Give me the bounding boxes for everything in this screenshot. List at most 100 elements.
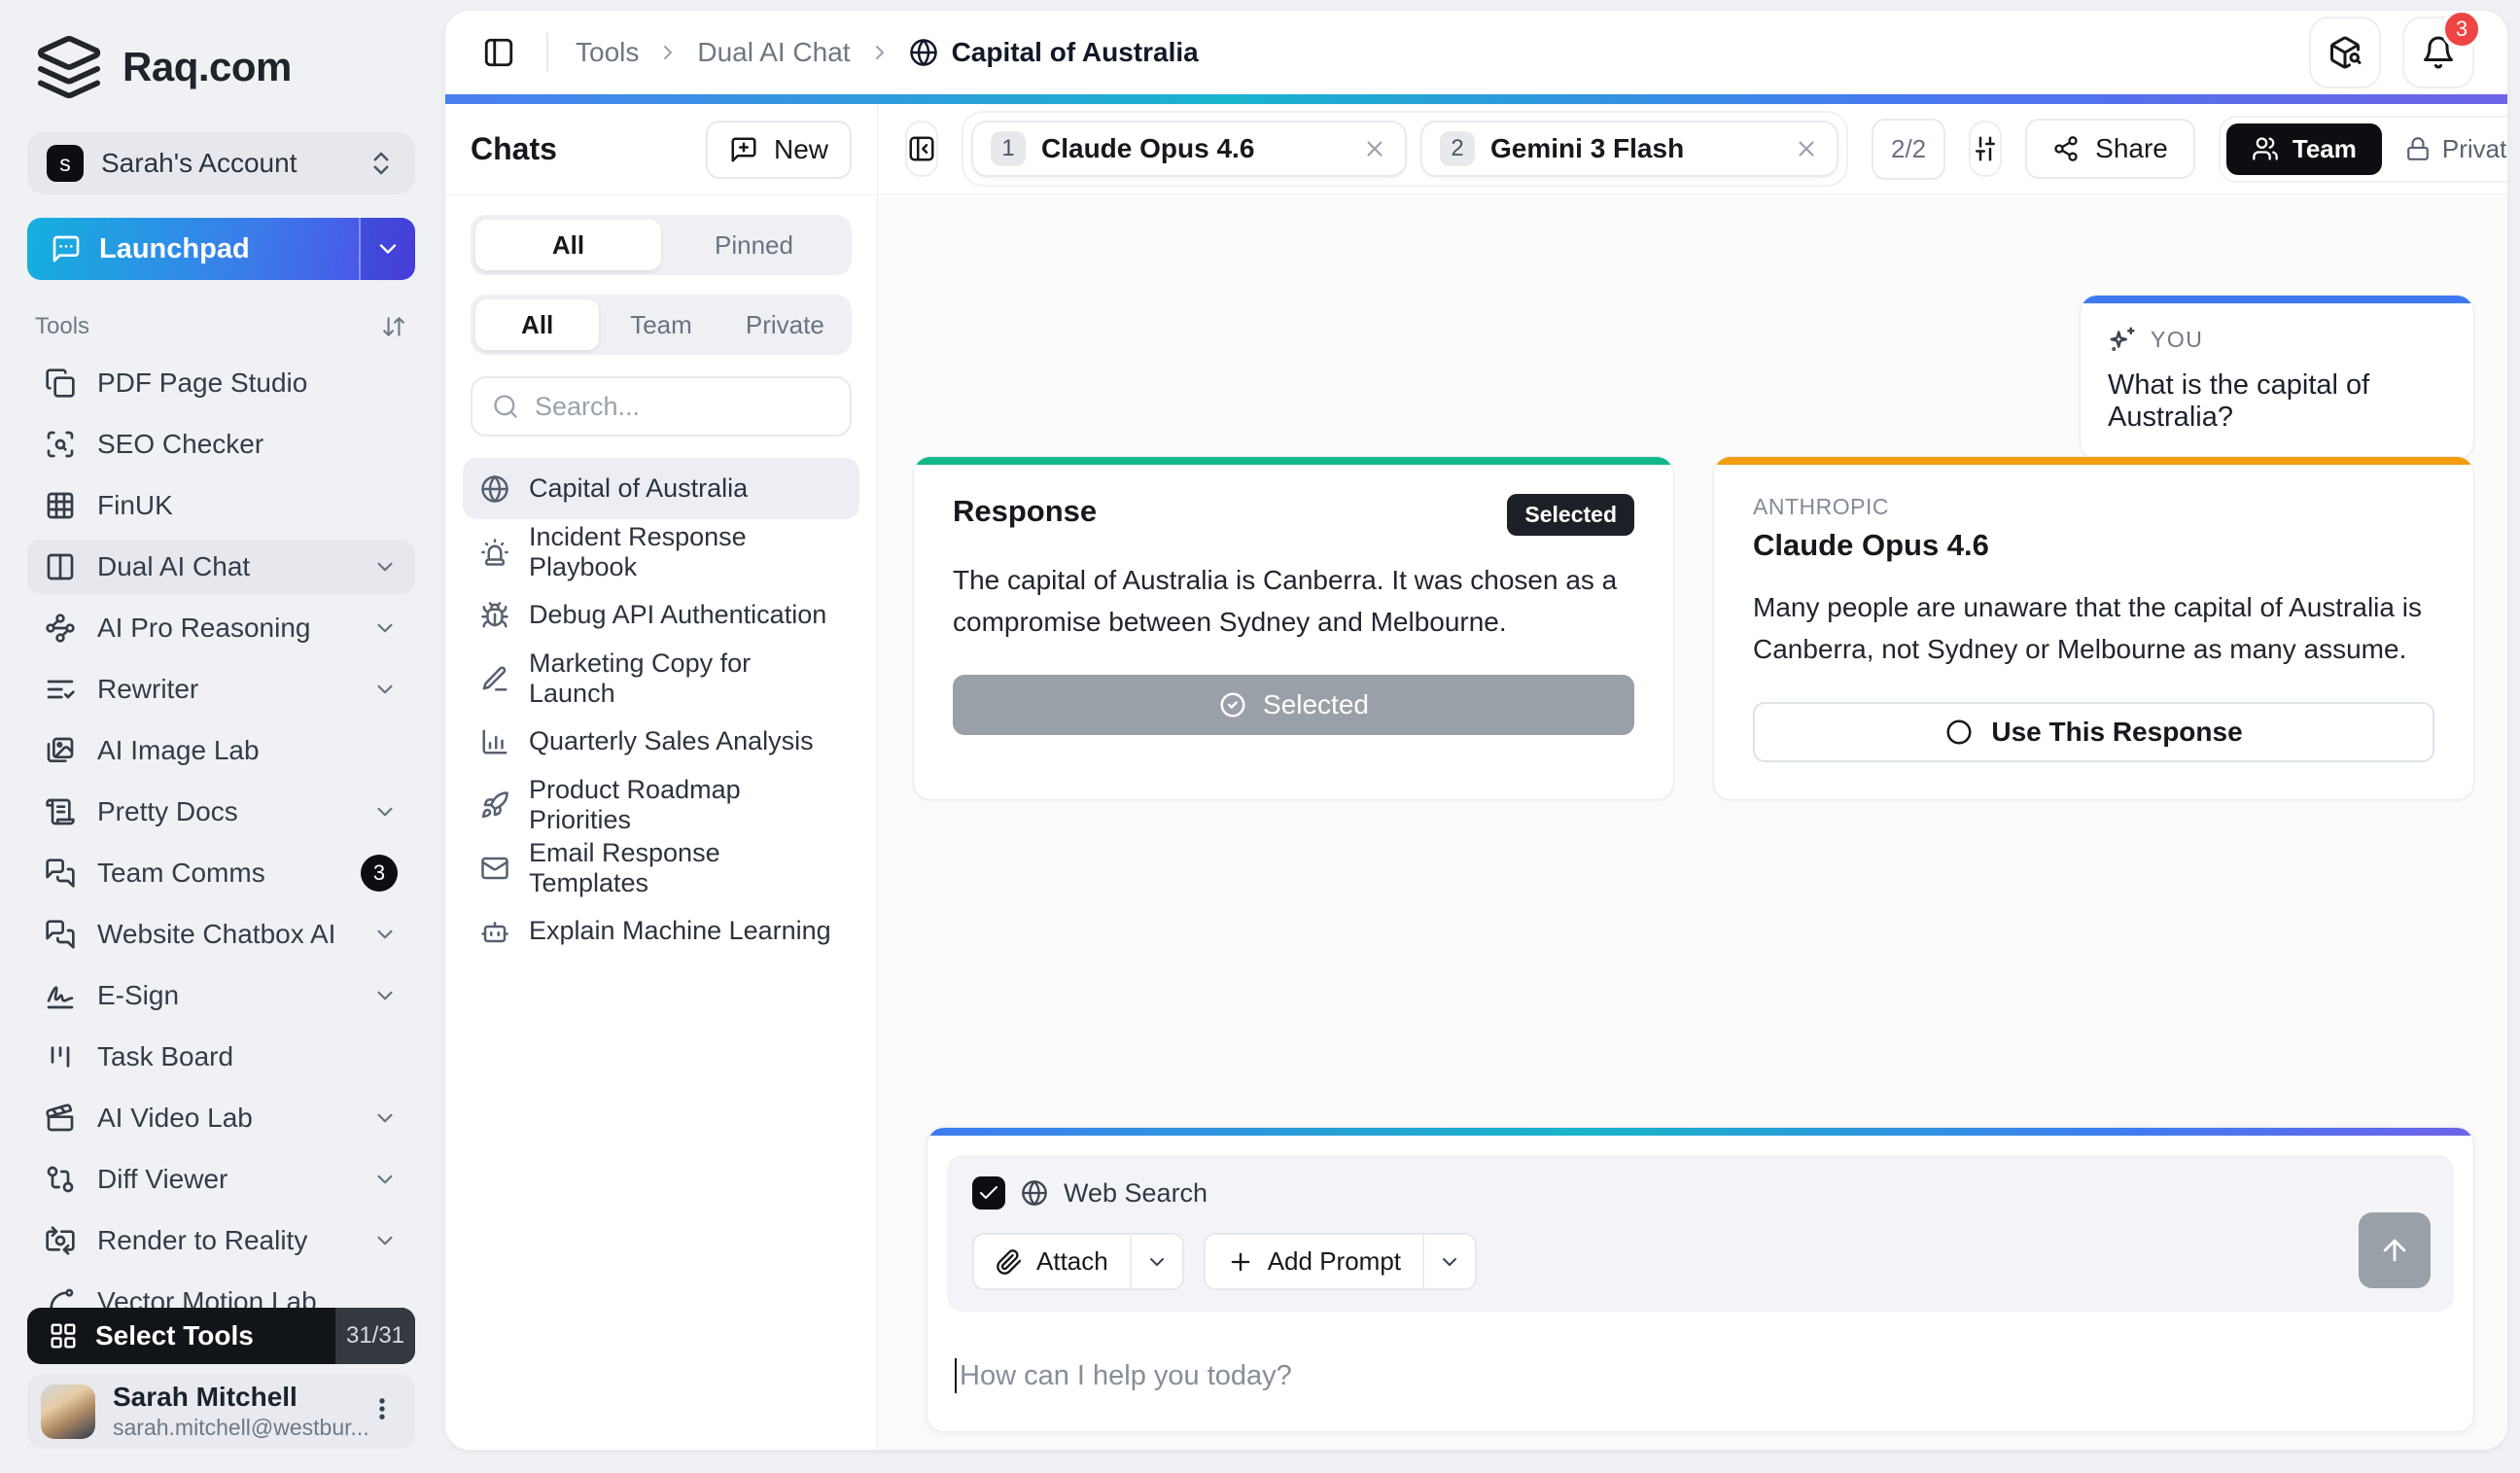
tools-section-label: Tools (35, 313, 90, 339)
chat-item-product-roadmap-priorities[interactable]: Product Roadmap Priorities (463, 774, 859, 835)
chats-title: Chats (471, 131, 557, 166)
settings-button[interactable] (1969, 121, 2003, 177)
model-index-badge: 1 (991, 131, 1026, 166)
package-search-icon (2330, 36, 2362, 69)
chat-item-debug-api-authentication[interactable]: Debug API Authentication (463, 584, 859, 646)
chat-bubble-icon (52, 235, 80, 263)
model-chip-gemini[interactable]: 2 Gemini 3 Flash (1420, 121, 1838, 177)
user-menu-button[interactable] (363, 1389, 402, 1433)
add-prompt-dropdown[interactable] (1424, 1235, 1475, 1288)
message-plus-icon (731, 137, 756, 161)
sidebar: Raq.com s Sarah's Account Launchpad Tool… (0, 0, 444, 1473)
sidebar-item-ai-video-lab[interactable]: AI Video Lab (27, 1091, 415, 1145)
web-search-label: Web Search (1064, 1177, 1208, 1208)
sidebar-item-website-chatbox-ai[interactable]: Website Chatbox AI (27, 907, 415, 962)
sidebar-item-ai-pro-reasoning[interactable]: AI Pro Reasoning (27, 601, 415, 655)
user-profile-card[interactable]: Sarah Mitchell sarah.mitchell@westbur... (27, 1374, 415, 1449)
sidebar-item-task-board[interactable]: Task Board (27, 1030, 415, 1084)
attach-dropdown[interactable] (1132, 1235, 1182, 1288)
main-panel: Tools Dual AI Chat Capital of Australia … (444, 10, 2508, 1451)
chat-item-marketing-copy-for-launch[interactable]: Marketing Copy for Launch (463, 648, 859, 709)
close-icon[interactable] (1362, 136, 1387, 161)
chevron-down-icon (377, 623, 393, 633)
sidebar-item-rewriter[interactable]: Rewriter (27, 662, 415, 717)
response-card-selected: Response Selected The capital of Austral… (913, 456, 1674, 800)
close-icon[interactable] (1794, 136, 1819, 161)
attach-button[interactable]: Attach (972, 1233, 1184, 1290)
private-toggle[interactable]: Private (2386, 123, 2507, 175)
team-toggle[interactable]: Team (2225, 123, 2382, 175)
chat-item-capital-of-australia[interactable]: Capital of Australia (463, 458, 859, 519)
text-cursor (955, 1358, 957, 1393)
chat-item-incident-response-playbook[interactable]: Incident Response Playbook (463, 521, 859, 582)
launchpad-dropdown[interactable] (361, 218, 415, 280)
columns-icon (47, 553, 74, 580)
bot-icon (481, 921, 508, 942)
account-switcher[interactable]: s Sarah's Account (27, 132, 415, 194)
composer-input[interactable]: How can I help you today? (928, 1331, 2473, 1420)
collapse-panel-button[interactable] (905, 121, 938, 177)
sidebar-item-seo-checker[interactable]: SEO Checker (27, 417, 415, 472)
sidebar-item-team-comms[interactable]: Team Comms 3 (27, 846, 415, 900)
sidebar-item-e-sign[interactable]: E-Sign (27, 968, 415, 1023)
notifications-button[interactable]: 3 (2402, 11, 2482, 88)
model-chip-claude[interactable]: 1 Claude Opus 4.6 (971, 121, 1407, 177)
chat-item-email-response-templates[interactable]: Email Response Templates (463, 837, 859, 898)
tab-private-chats[interactable]: Private (723, 299, 847, 350)
selected-button[interactable]: Selected (953, 674, 1634, 735)
chat-item-explain-machine-learning[interactable]: Explain Machine Learning (463, 900, 859, 962)
scan-search-icon (47, 431, 74, 458)
send-button[interactable] (2359, 1212, 2431, 1288)
account-avatar: s (47, 145, 84, 182)
web-search-checkbox[interactable] (972, 1176, 1005, 1210)
message-accent-bar (2081, 296, 2473, 303)
breadcrumb-page-title: Capital of Australia (951, 37, 1199, 67)
paperclip-icon (997, 1248, 1022, 1275)
sort-icon[interactable] (381, 314, 406, 339)
bug-icon (481, 601, 508, 627)
messages-icon (46, 920, 75, 949)
sidebar-item-pretty-docs[interactable]: Pretty Docs (27, 785, 415, 839)
layers-logo-icon (37, 35, 101, 99)
chat-item-quarterly-sales-analysis[interactable]: Quarterly Sales Analysis (463, 711, 859, 772)
response-card-claude: ANTHROPIC Claude Opus 4.6 Many people ar… (1713, 456, 2474, 800)
sidebar-toggle-button[interactable] (478, 32, 519, 73)
tab-pinned[interactable]: Pinned (661, 220, 847, 270)
package-search-button[interactable] (2309, 17, 2381, 88)
breadcrumb-dual-ai-chat[interactable]: Dual AI Chat (697, 37, 850, 68)
share-button[interactable]: Share (2025, 119, 2195, 179)
pen-icon (482, 665, 508, 690)
launchpad-button[interactable]: Launchpad (27, 218, 415, 280)
use-this-response-button[interactable]: Use This Response (1753, 701, 2434, 762)
sidebar-item-finuk[interactable]: FinUK (27, 478, 415, 533)
search-input[interactable] (535, 391, 879, 422)
breadcrumb-tools[interactable]: Tools (576, 37, 639, 68)
pages-icon (46, 368, 75, 398)
lock-icon (2407, 137, 2429, 160)
chevron-down-icon (1149, 1257, 1164, 1266)
add-prompt-button[interactable]: Add Prompt (1203, 1233, 1478, 1290)
chevron-down-icon (377, 1175, 393, 1184)
waypoints-icon (46, 614, 75, 643)
tab-all-chats[interactable]: All (475, 299, 600, 350)
response-accent-bar (914, 457, 1673, 465)
check-icon (980, 1186, 998, 1199)
select-tools-button[interactable]: Select Tools 31/31 (27, 1308, 415, 1364)
table-icon (47, 492, 74, 519)
breadcrumb: Tools Dual AI Chat Capital of Australia (576, 37, 1199, 68)
sidebar-item-pdf-page-studio[interactable]: PDF Page Studio (27, 356, 415, 410)
user-email: sarah.mitchell@westbur... (113, 1415, 369, 1440)
chevron-right-icon (875, 46, 884, 59)
new-chat-button[interactable]: New (705, 120, 852, 179)
tab-team-chats[interactable]: Team (599, 299, 722, 350)
sidebar-item-ai-image-lab[interactable]: AI Image Lab (27, 723, 415, 778)
sidebar-item-render-to-reality[interactable]: Render to Reality (27, 1213, 415, 1268)
model-index-badge: 2 (1440, 131, 1475, 166)
avatar (41, 1384, 95, 1439)
sidebar-item-diff-viewer[interactable]: Diff Viewer (27, 1152, 415, 1207)
chat-list: Capital of Australia Incident Response P… (445, 437, 877, 983)
images-icon (47, 737, 74, 762)
tab-all[interactable]: All (475, 220, 661, 270)
user-message-text: What is the capital of Australia? (2108, 369, 2370, 433)
sidebar-item-dual-ai-chat[interactable]: Dual AI Chat (27, 540, 415, 594)
